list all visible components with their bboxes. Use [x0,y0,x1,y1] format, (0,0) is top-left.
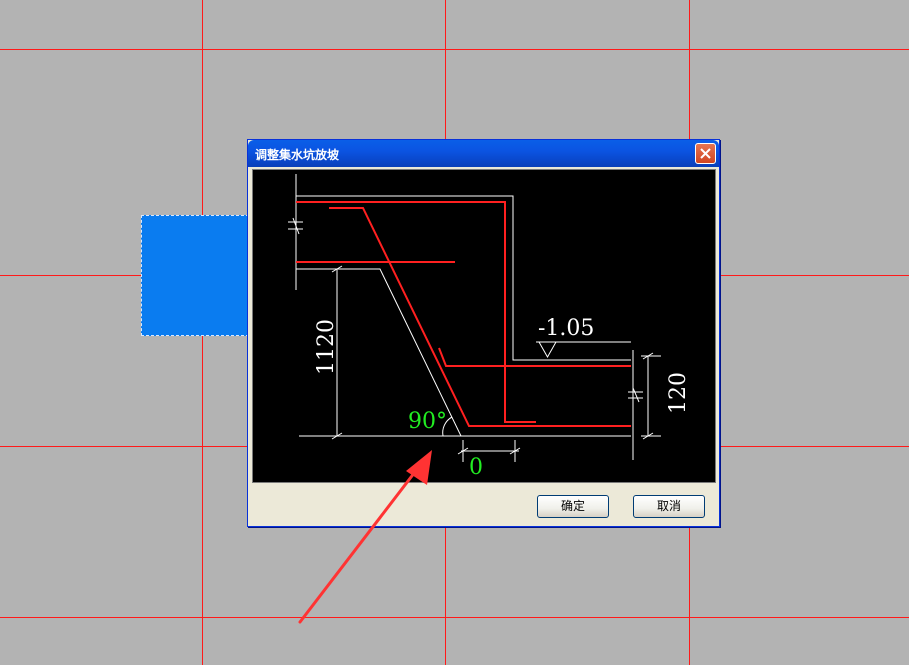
arrow-icon [298,450,432,624]
